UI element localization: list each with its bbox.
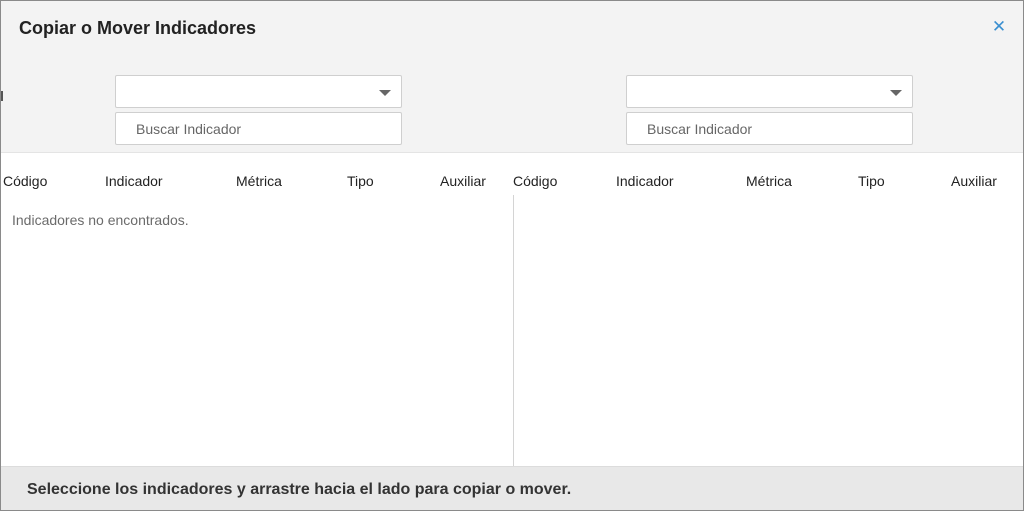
- left-empty-message: Indicadores no encontrados.: [12, 212, 189, 228]
- left-table-header: Código Indicador Métrica Tipo Auxiliar: [1, 173, 513, 193]
- right-table-header: Código Indicador Métrica Tipo Auxiliar: [513, 173, 1023, 193]
- chevron-down-icon: [379, 90, 391, 96]
- left-source-select[interactable]: [115, 75, 402, 108]
- column-header-metrica[interactable]: Métrica: [236, 173, 282, 189]
- column-header-auxiliar[interactable]: Auxiliar: [951, 173, 997, 189]
- column-header-indicador[interactable]: Indicador: [616, 173, 674, 189]
- modal-footer: Seleccione los indicadores y arrastre ha…: [1, 466, 1023, 510]
- column-header-metrica[interactable]: Métrica: [746, 173, 792, 189]
- right-search-input[interactable]: [626, 112, 913, 145]
- modal-title: Copiar o Mover Indicadores: [19, 18, 257, 38]
- edge-marker: [1, 91, 3, 101]
- modal-header: Copiar o Mover Indicadores ✕: [1, 1, 1023, 153]
- panel-divider: [513, 195, 514, 466]
- copy-move-indicators-modal: Copiar o Mover Indicadores ✕ Código Indi…: [0, 0, 1024, 511]
- left-search-input[interactable]: [115, 112, 402, 145]
- close-icon[interactable]: ✕: [989, 17, 1009, 37]
- column-header-tipo[interactable]: Tipo: [858, 173, 885, 189]
- right-target-select[interactable]: [626, 75, 913, 108]
- footer-instructions: Seleccione los indicadores y arrastre ha…: [27, 481, 572, 498]
- column-header-codigo[interactable]: Código: [3, 173, 47, 189]
- column-header-tipo[interactable]: Tipo: [347, 173, 374, 189]
- column-header-indicador[interactable]: Indicador: [105, 173, 163, 189]
- column-header-codigo[interactable]: Código: [513, 173, 557, 189]
- column-header-auxiliar[interactable]: Auxiliar: [440, 173, 486, 189]
- chevron-down-icon: [890, 90, 902, 96]
